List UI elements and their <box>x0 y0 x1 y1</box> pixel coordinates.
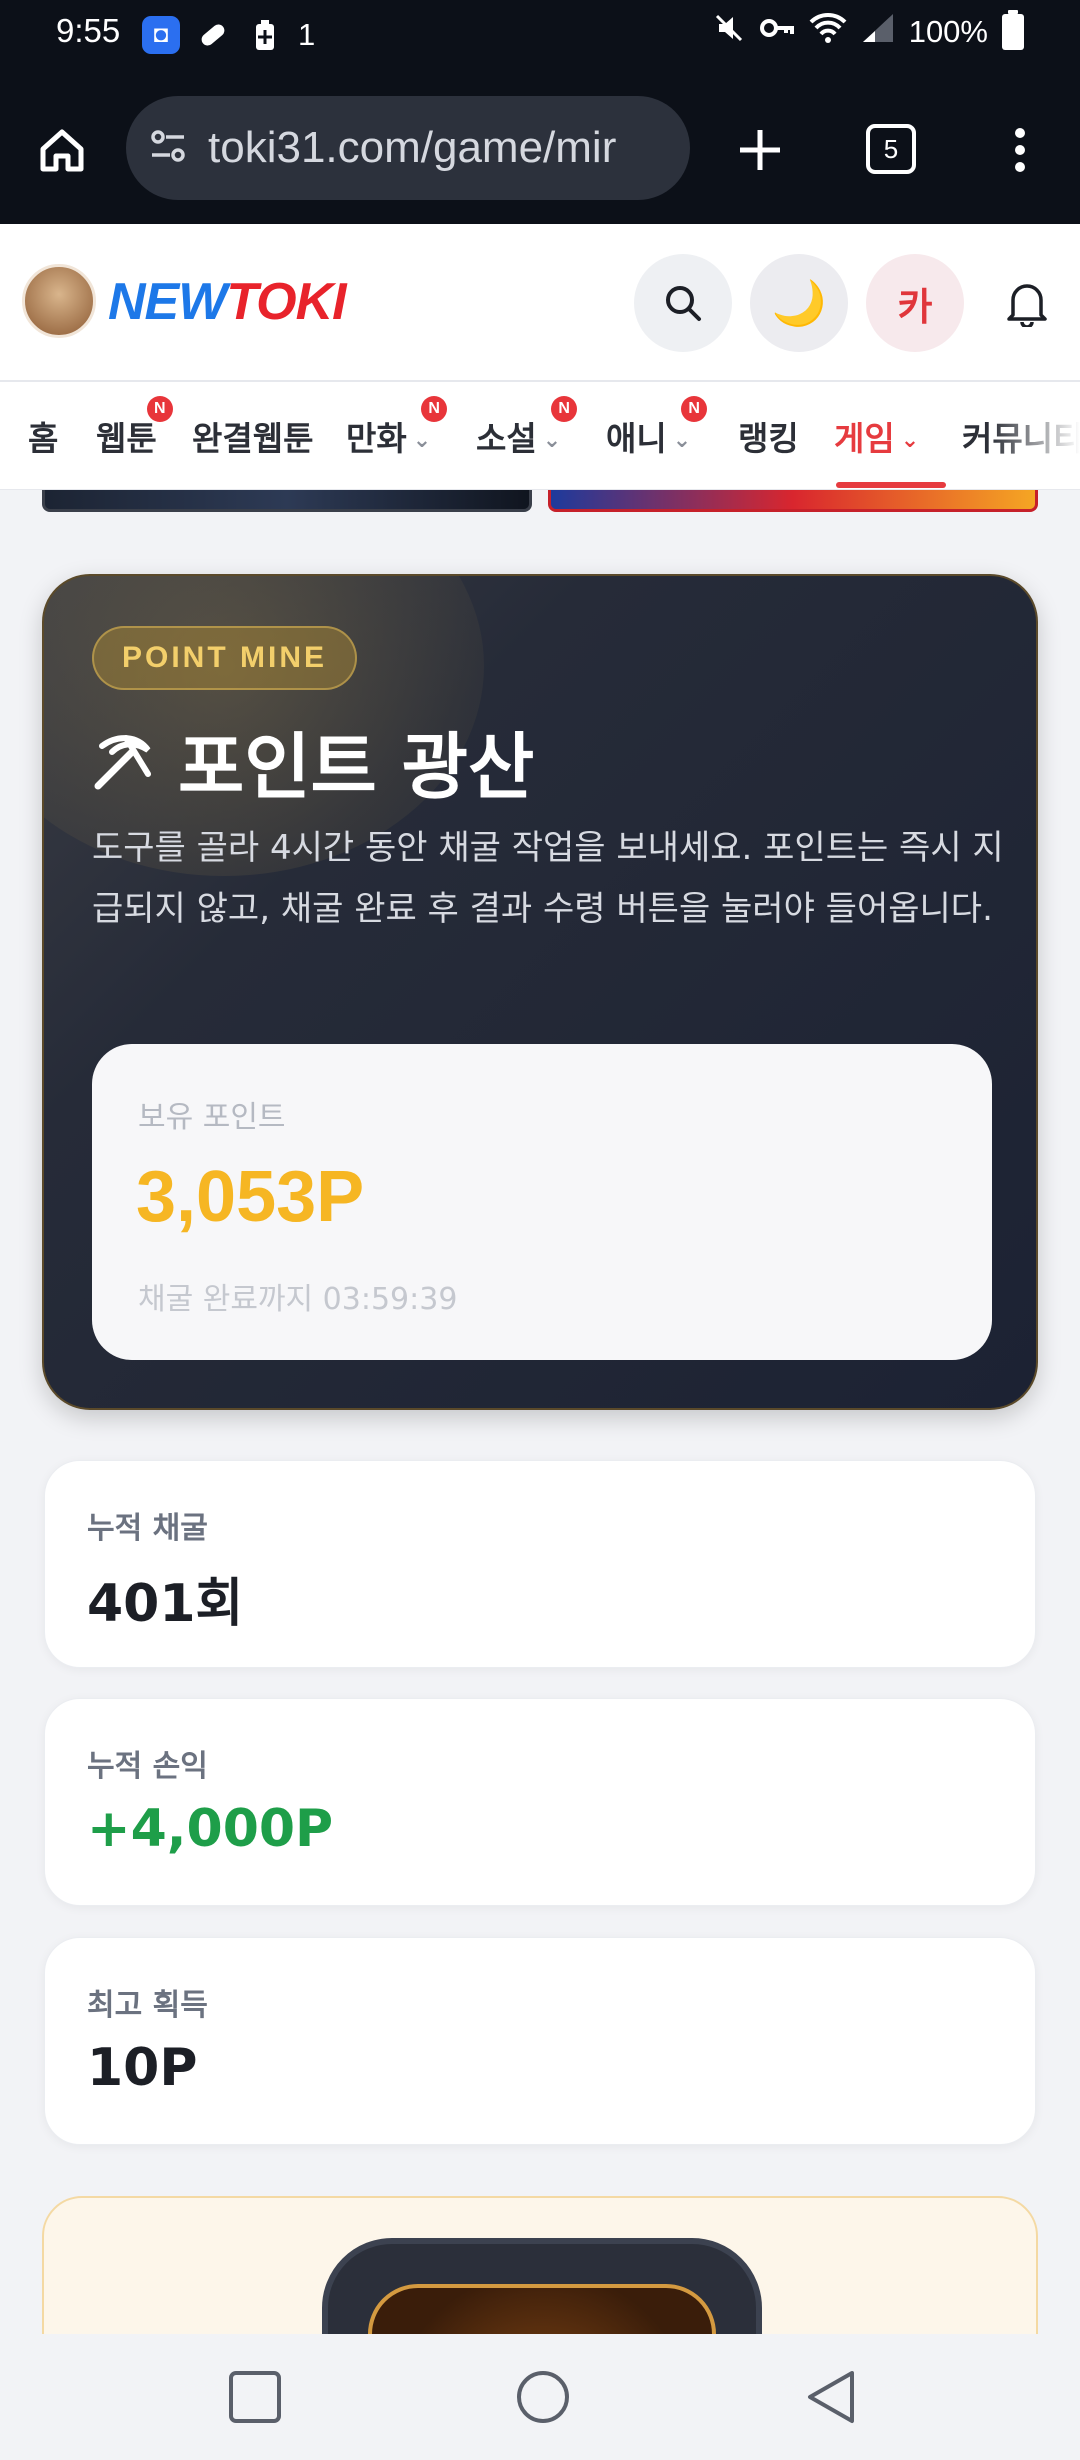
stat-label: 누적 채굴 <box>87 1511 208 1546</box>
tab-switcher-button[interactable]: 5 <box>866 124 916 174</box>
battery-saver-icon <box>246 16 284 54</box>
stat-label: 누적 손익 <box>87 1749 208 1784</box>
stat-card-best-gain: 최고 획득 10P <box>44 1937 1036 2145</box>
stat-label: 최고 획득 <box>87 1988 208 2023</box>
browser-home-button[interactable] <box>30 118 94 182</box>
category-nav: 홈 웹툰N 완결웹툰 만화⌄N 소설⌄N 애니⌄N 랭킹 게임⌄ 커뮤니티 <box>0 382 1080 490</box>
status-left-icons: ◘ 1 <box>142 16 315 54</box>
new-badge: N <box>421 396 448 422</box>
nav-scroll-fade <box>990 382 1080 489</box>
mute-icon <box>713 12 745 52</box>
new-badge: N <box>146 396 173 422</box>
stat-value: 10P <box>87 2038 198 2098</box>
chevron-down-icon: ⌄ <box>542 428 562 453</box>
moon-icon: 🌙 <box>771 278 827 329</box>
page-title: 포인트 광산 <box>92 708 534 813</box>
nav-item-game[interactable]: 게임 ⌄ <box>834 412 919 460</box>
hero-description: 도구를 골라 4시간 동안 채굴 작업을 보내세요. 포인트는 즉시 지급되지 … <box>92 828 1004 929</box>
stat-card-total-mining: 누적 채굴 401회 <box>44 1460 1036 1668</box>
notifications-button[interactable] <box>994 270 1060 336</box>
back-button[interactable] <box>798 2364 864 2430</box>
app-notification-icon: ◘ <box>142 16 180 54</box>
status-time: 9:55 <box>56 12 121 49</box>
search-icon <box>666 286 701 321</box>
signal-icon <box>861 12 895 52</box>
points-card: 보유 포인트 3,053P 채굴 완료까지 03:59:39 <box>92 1044 992 1360</box>
nav-item-anime[interactable]: 애니 ⌄ N <box>606 396 708 460</box>
notification-count: 1 <box>298 17 316 52</box>
page-title-text: 포인트 광산 <box>178 725 535 809</box>
section-chip: POINT MINE <box>92 626 358 690</box>
vpn-key-icon <box>759 13 795 51</box>
nav-item-webtoon[interactable]: 웹툰 N <box>96 396 173 460</box>
nav-item-manga[interactable]: 만화 ⌄ N <box>346 396 448 460</box>
bell-icon <box>1007 284 1047 327</box>
new-tab-button[interactable] <box>728 118 792 182</box>
pickaxe-icon <box>94 734 151 789</box>
stat-card-total-profit: 누적 손익 +4,000P <box>44 1698 1036 1906</box>
browser-menu-button[interactable] <box>1000 118 1040 182</box>
address-bar[interactable]: toki31.com/game/mir <box>126 96 690 200</box>
chevron-down-icon: ⌄ <box>412 428 432 453</box>
recents-button[interactable] <box>222 2364 288 2430</box>
circle-icon <box>517 2371 569 2423</box>
system-navigation-bar <box>0 2334 1080 2460</box>
home-icon <box>40 129 84 172</box>
status-bar: 9:55 ◘ 1 100% <box>0 0 1080 72</box>
stat-value: 401회 <box>87 1574 244 1634</box>
logo-toki-text: TOKI <box>226 273 346 331</box>
point-mine-hero: POINT MINE 포인트 광산 도구를 골라 4시간 동안 채굴 작업을 보… <box>42 574 1038 1410</box>
site-header: NEWTOKI 🌙 카 <box>0 224 1080 382</box>
kebab-menu-icon <box>1015 128 1025 172</box>
square-icon <box>229 2371 281 2423</box>
mining-timer: 채굴 완료까지 03:59:39 <box>138 1282 458 1317</box>
chevron-down-icon: ⌄ <box>672 428 692 453</box>
points-label: 보유 포인트 <box>138 1100 286 1135</box>
battery-text: 100% <box>908 14 988 49</box>
pill-icon <box>194 16 232 54</box>
active-tab-indicator <box>836 482 946 488</box>
battery-icon <box>1002 10 1024 50</box>
browser-toolbar: toki31.com/game/mir 5 <box>0 72 1080 224</box>
ad-banner-left[interactable] <box>42 490 532 512</box>
new-badge: N <box>681 396 708 422</box>
site-settings-icon[interactable] <box>148 126 188 170</box>
triangle-back-icon <box>808 2371 854 2423</box>
theme-toggle-button[interactable]: 🌙 <box>750 254 848 352</box>
nav-item-completed-webtoon[interactable]: 완결웹툰 <box>192 412 313 460</box>
wifi-icon <box>809 12 847 52</box>
system-home-button[interactable] <box>510 2364 576 2430</box>
plus-icon <box>740 130 780 170</box>
nav-item-ranking[interactable]: 랭킹 <box>738 412 799 460</box>
site-logo[interactable]: NEWTOKI <box>108 272 347 332</box>
url-text: toki31.com/game/mir <box>208 123 617 172</box>
points-value: 3,053P <box>136 1157 365 1237</box>
account-button[interactable]: 카 <box>866 254 964 352</box>
stat-value: +4,000P <box>87 1799 334 1859</box>
new-badge: N <box>551 396 578 422</box>
nav-item-novel[interactable]: 소설 ⌄ N <box>476 396 578 460</box>
account-initial: 카 <box>897 284 933 329</box>
chevron-down-icon: ⌄ <box>900 428 920 453</box>
search-button[interactable] <box>634 254 732 352</box>
nav-item-home[interactable]: 홈 <box>28 412 58 460</box>
ad-banner-right[interactable] <box>548 490 1038 512</box>
status-right: 100% <box>713 10 1024 52</box>
logo-new-text: NEW <box>108 273 227 331</box>
logo-mascot-image[interactable] <box>22 264 96 338</box>
